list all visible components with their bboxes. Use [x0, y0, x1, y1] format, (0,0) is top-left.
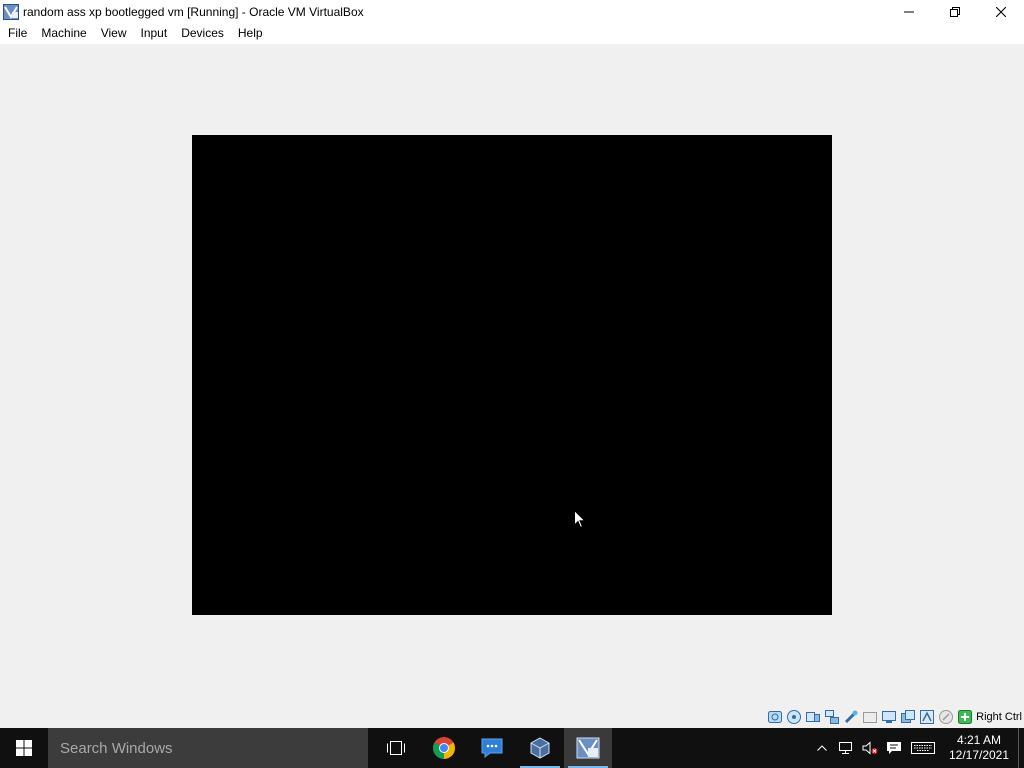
search-box[interactable]: Search Windows [48, 728, 368, 768]
virtualbox-icon [3, 3, 19, 20]
virtualbox-manager-button[interactable] [516, 728, 564, 768]
shared-folders-icon[interactable] [862, 709, 878, 725]
menu-help[interactable]: Help [231, 23, 270, 44]
task-view-button[interactable] [372, 728, 420, 768]
show-hidden-icons-button[interactable] [810, 728, 834, 768]
host-key-label: Right Ctrl [976, 711, 1022, 723]
chat-button[interactable] [468, 728, 516, 768]
menu-file[interactable]: File [1, 23, 34, 44]
usb-icon[interactable] [843, 709, 859, 725]
display-icon[interactable] [881, 709, 897, 725]
restore-button[interactable] [932, 0, 978, 23]
start-button[interactable] [0, 728, 48, 768]
volume-tray-button[interactable] [858, 728, 882, 768]
menu-devices[interactable]: Devices [174, 23, 231, 44]
task-view-icon [387, 741, 405, 755]
show-desktop-button[interactable] [1018, 728, 1024, 768]
virtualbox-manager-icon [530, 737, 550, 759]
close-button[interactable] [978, 0, 1024, 23]
clock-time: 4:21 AM [956, 733, 1002, 747]
chevron-up-icon [817, 745, 827, 751]
clock-date: 12/17/2021 [948, 748, 1010, 762]
vm-status-bar: Right Ctrl [0, 706, 1024, 728]
window-controls [886, 0, 1024, 23]
menu-input[interactable]: Input [134, 23, 175, 44]
host-key-icon[interactable] [957, 709, 973, 725]
chrome-button[interactable] [420, 728, 468, 768]
taskbar-clock[interactable]: 4:21 AM 12/17/2021 [940, 733, 1018, 763]
audio-icon[interactable] [805, 709, 821, 725]
keyboard-icon [911, 742, 935, 754]
menu-bar: File Machine View Input Devices Help [0, 23, 1024, 44]
minimize-button[interactable] [886, 0, 932, 23]
virtualbox-window: random ass xp bootlegged vm [Running] - … [0, 0, 1024, 768]
mouse-integration-icon[interactable] [938, 709, 954, 725]
search-placeholder: Search Windows [60, 739, 173, 757]
chat-icon [481, 738, 503, 759]
restore-icon [950, 6, 960, 17]
action-center-button[interactable] [882, 728, 906, 768]
cpu-icon[interactable] [919, 709, 935, 725]
vm-display-area [0, 44, 1024, 706]
system-tray: 4:21 AM 12/17/2021 [810, 728, 1024, 768]
volume-muted-icon [862, 741, 878, 755]
network-icon[interactable] [824, 709, 840, 725]
taskbar: Search Windows 4:21 AM 12/17/2021 [0, 728, 1024, 768]
title-bar[interactable]: random ass xp bootlegged vm [Running] - … [0, 0, 1024, 23]
network-tray-button[interactable] [834, 728, 858, 768]
virtualbox-vm-icon [576, 737, 600, 759]
virtualbox-vm-button[interactable] [564, 728, 612, 768]
menu-machine[interactable]: Machine [34, 23, 93, 44]
recording-icon[interactable] [900, 709, 916, 725]
optical-drive-icon[interactable] [786, 709, 802, 725]
mouse-cursor-icon [574, 510, 586, 529]
hard-disk-icon[interactable] [767, 709, 783, 725]
touch-keyboard-button[interactable] [906, 728, 940, 768]
chrome-icon [433, 737, 455, 759]
vm-screen[interactable] [192, 135, 832, 615]
minimize-icon [904, 11, 914, 12]
menu-view[interactable]: View [94, 23, 134, 44]
close-icon [996, 6, 1006, 17]
notification-icon [887, 742, 901, 754]
network-icon [839, 742, 852, 754]
windows-logo-icon [16, 740, 32, 756]
window-title: random ass xp bootlegged vm [Running] - … [23, 4, 364, 19]
